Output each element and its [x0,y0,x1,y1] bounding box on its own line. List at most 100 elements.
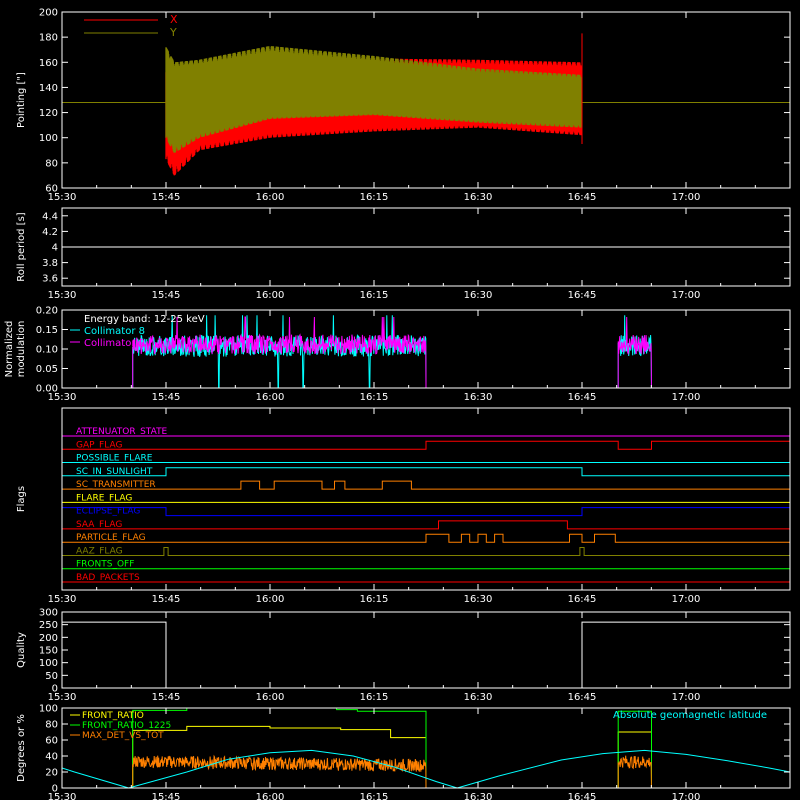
y-tick-label: 160 [39,58,58,69]
x-tick-label: 16:30 [464,594,493,605]
x-tick-label: 17:00 [672,192,701,203]
y-tick-label: 140 [39,83,58,94]
panel-ratios: FRONT_RATIOFRONT_RATIO_1225MAX_DET_VS_TO… [16,704,791,800]
y-tick-label: 0.05 [36,364,58,375]
legend-label: MAX_DET_VS_TOT [82,731,164,741]
x-tick-label: 16:00 [256,192,285,203]
x-tick-label: 16:45 [568,692,597,703]
x-tick-label: 15:45 [152,192,181,203]
x-tick-label: 16:15 [360,192,389,203]
x-tick-label: 16:30 [464,792,493,800]
y-tick-label: 3.8 [42,258,58,269]
x-tick-label: 16:00 [256,692,285,703]
x-tick-label: 17:00 [672,290,701,301]
y-axis-label: Quality [16,632,27,668]
x-tick-label: 16:30 [464,692,493,703]
y-tick-label: 100 [39,133,58,144]
panel-modulation: Energy band: 12-25 keVCollimator 8Collim… [4,306,791,403]
y-tick-label: 300 [39,608,58,619]
flag-label: ECLIPSE_FLAG [76,507,140,517]
x-tick-label: 17:00 [672,792,701,800]
x-tick-label: 16:15 [360,290,389,301]
flag-line-aaz-flag [62,547,790,556]
flag-label: AAZ_FLAG [76,546,123,556]
y-tick-label: 3.6 [42,274,58,285]
x-tick-label: 15:30 [48,290,77,301]
x-tick-label: 17:00 [672,594,701,605]
x-tick-label: 16:00 [256,594,285,605]
legend-label: X [170,13,178,26]
y-tick-label: 4.4 [42,211,58,222]
y-axis-label: modulation [16,321,27,378]
y-tick-label: 100 [39,658,58,669]
chart-canvas: XY 15:30 15:45 16:00 16:15 16:30 16:45 17:00 60 8… [4,8,791,800]
energy-band-annotation: Energy band: 12-25 keV [84,314,205,325]
x-tick-label: 15:45 [152,290,181,301]
x-tick-label: 16:00 [256,392,285,403]
y-tick-label: 100 [39,704,58,715]
flag-line-saa-flag [62,520,790,530]
flag-label: SAA_FLAG [76,520,122,530]
x-tick-label: 16:45 [568,192,597,203]
y-tick-label: 0.10 [36,345,58,356]
flag-label: POSSIBLE_FLARE [76,454,153,464]
flag-label: FRONTS_OFF [76,560,134,570]
x-tick-label: 16:15 [360,594,389,605]
plot-frame [61,611,791,689]
plot-area [62,435,790,583]
panel-quality: 15:30 15:45 16:00 16:15 16:30 16:45 17:0005010… [16,608,791,703]
series-line-collimator-9 [62,316,790,388]
y-tick-label: 200 [39,633,58,644]
x-tick-label: 16:15 [360,792,389,800]
y-axis-label: Roll period [s] [16,212,27,281]
x-tick-label: 16:30 [464,392,493,403]
x-tick-label: 15:45 [152,792,181,800]
plot-area [62,33,790,176]
legend-label: Collimator 9 [84,338,145,349]
x-tick-label: 16:45 [568,792,597,800]
flag-line-sc-transmitter [62,480,790,490]
legend-label: FRONT_RATIO_1225 [82,721,171,731]
x-tick-label: 15:45 [152,392,181,403]
y-axis-label: Flags [16,486,27,512]
y-tick-label: 200 [39,8,58,19]
legend-label: FRONT_RATIO [82,711,144,721]
panel-flags: ATTENUATOR_STATE GAP_FLAG POSSIBLE_FLARE SC… [16,407,791,605]
x-tick-label: 17:00 [672,392,701,403]
y-tick-label: 0.20 [36,306,58,317]
flag-label: ATTENUATOR_STATE [76,427,168,437]
quality-line [62,621,790,688]
plot-area [62,315,790,388]
y-tick-label: 0.00 [36,384,58,395]
x-tick-label: 16:15 [360,692,389,703]
x-tick-label: 16:30 [464,192,493,203]
x-tick-label: 17:00 [672,692,701,703]
x-tick-label: 16:45 [568,392,597,403]
y-tick-label: 180 [39,33,58,44]
y-tick-label: 150 [39,646,58,657]
x-tick-label: 16:45 [568,290,597,301]
y-tick-label: 40 [45,752,58,763]
y-tick-label: 50 [45,671,58,682]
flag-label: FLARE_FLAG [76,493,132,503]
legend-label: Y [169,26,177,39]
y-tick-label: 80 [45,158,58,169]
plot-frame [61,407,791,591]
flag-label: BAD_PACKETS [76,573,140,583]
flag-line-sc-in-sunlight [62,467,790,477]
flag-line-eclipse-flag [62,507,790,517]
x-tick-label: 16:45 [568,594,597,605]
flag-label: SC_TRANSMITTER [76,480,156,490]
x-tick-label: 16:30 [464,290,493,301]
flag-label: GAP_FLAG [76,440,122,450]
flag-label: SC_IN_SUNLIGHT [76,467,153,477]
x-tick-label: 15:30 [48,594,77,605]
y-axis-label: Normalized [4,321,15,378]
flag-line-particle-flag [62,533,790,543]
panel-roll-period: 15:30 15:45 16:00 16:15 16:30 16:45 17:00 3.6 3.… [16,207,791,301]
y-tick-label: 20 [45,768,58,779]
y-tick-label: 4 [52,243,58,254]
legend-label: Collimator 8 [84,326,145,337]
y-tick-label: 0.15 [36,325,58,336]
y-tick-label: 60 [45,184,58,195]
